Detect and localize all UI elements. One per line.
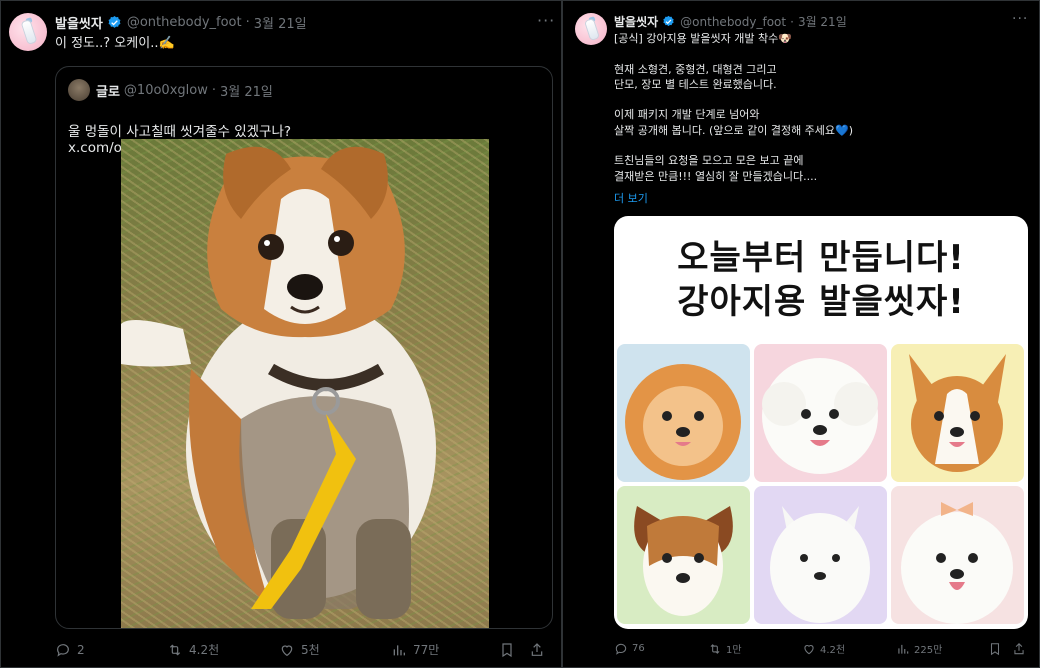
like-count: 5천: [301, 643, 320, 657]
dog-tile-maltese: [891, 486, 1024, 624]
tweet-right[interactable]: 발을씻자 @onthebody_foot · 3월 21일 ··· [공식] 강…: [562, 0, 1040, 668]
author-name[interactable]: 발을씻자: [614, 13, 658, 30]
heart-icon: [281, 644, 293, 656]
like-button[interactable]: 5천: [279, 641, 391, 658]
views-count: 225만: [914, 645, 943, 656]
author-handle[interactable]: @onthebody_foot: [127, 15, 242, 30]
promo-line-1: 오늘부터 만듭니다!: [677, 238, 965, 278]
bookmark-icon: [990, 642, 1000, 655]
tweet-header: 발을씻자 @onthebody_foot · 3월 21일: [614, 13, 847, 30]
share-button[interactable]: [1012, 642, 1032, 656]
reply-count: 2: [77, 642, 85, 657]
quote-header: 글로 @10o0xglow · 3월 21일: [96, 81, 273, 100]
dog-tile-jack-russell: [617, 486, 750, 624]
reply-icon: [615, 643, 627, 655]
share-icon: [531, 642, 543, 656]
samoyed-illustration: [770, 506, 870, 623]
dog-tile-pomeranian: [617, 344, 750, 482]
views-count: 77만: [413, 643, 440, 657]
separator-dot: ·: [245, 15, 250, 30]
tweet-text: 이 정도..? 오케이..✍️: [55, 36, 175, 51]
share-button[interactable]: [529, 642, 551, 658]
views-icon: [898, 644, 909, 654]
quote-author-name: 글로: [96, 85, 120, 100]
quote-date: 3월 21일: [219, 85, 273, 100]
retweet-icon: [169, 643, 181, 656]
tweet-date[interactable]: 3월 21일: [798, 13, 847, 30]
verified-badge-icon: [663, 15, 674, 27]
views-button[interactable]: 225만: [896, 641, 988, 656]
reply-count: 76: [632, 643, 645, 654]
bottle-icon: [21, 20, 37, 44]
dog-tile-bichon: [754, 344, 887, 482]
retweet-count: 4.2천: [189, 643, 220, 657]
retweet-icon: [710, 643, 720, 654]
avatar[interactable]: [9, 13, 47, 51]
verified-badge-icon: [108, 15, 121, 28]
tweet-left[interactable]: 발을씻자 @onthebody_foot · 3월 21일 ··· 이 정도..…: [0, 0, 562, 668]
views-button[interactable]: 77만: [391, 641, 499, 658]
more-options-icon[interactable]: ···: [1012, 11, 1028, 27]
reply-button[interactable]: 2: [55, 642, 167, 658]
jack-russell-illustration: [634, 506, 733, 616]
separator-dot: ·: [790, 14, 794, 29]
promo-image[interactable]: 오늘부터 만듭니다! 강아지용 발을씻자!: [614, 216, 1028, 629]
puppy-illustration: [121, 146, 436, 619]
author-name[interactable]: 발을씻자: [55, 13, 103, 32]
pomeranian-illustration: [625, 364, 741, 480]
more-options-icon[interactable]: ···: [537, 11, 555, 30]
action-bar: 76 1만 4.2천 225만: [614, 641, 1034, 656]
dog-tile-samoyed: [754, 486, 887, 624]
bookmark-icon: [502, 642, 512, 657]
show-more-link[interactable]: 더 보기: [614, 191, 648, 208]
bookmark-button[interactable]: [988, 642, 1012, 656]
retweet-count: 1만: [726, 645, 742, 656]
like-button[interactable]: 4.2천: [802, 641, 896, 656]
quote-avatar: [68, 79, 90, 101]
bichon-illustration: [762, 358, 878, 474]
corgi-illustration: [909, 354, 1006, 472]
promo-line-2: 강아지용 발을씻자!: [677, 282, 965, 322]
reply-button[interactable]: 76: [614, 642, 708, 656]
author-handle[interactable]: @onthebody_foot: [680, 15, 786, 29]
reply-icon: [57, 643, 69, 657]
action-bar: 2 4.2천 5천 77만: [55, 641, 555, 658]
tweet-header: 발을씻자 @onthebody_foot · 3월 21일: [55, 13, 307, 32]
bookmark-button[interactable]: [499, 642, 529, 658]
maltese-illustration: [901, 502, 1013, 624]
tweet-text: [공식] 강아지용 발을씻자 개발 착수🐶 현재 소형견, 중형견, 대형견 그…: [614, 32, 854, 183]
share-icon: [1014, 642, 1024, 654]
quote-author-handle: @10o0xglow: [123, 83, 208, 98]
retweet-button[interactable]: 4.2천: [167, 641, 279, 658]
dog-tile-corgi: [891, 344, 1024, 482]
separator-dot: ·: [211, 83, 216, 98]
avatar[interactable]: [575, 13, 607, 45]
like-count: 4.2천: [820, 645, 846, 656]
retweet-button[interactable]: 1만: [708, 641, 802, 656]
bottle-icon: [585, 19, 599, 40]
quote-card[interactable]: 글로 @10o0xglow · 3월 21일 울 멍돌이 사고칠때 씻겨줄수 있…: [55, 66, 553, 629]
tweet-date[interactable]: 3월 21일: [254, 13, 307, 32]
quote-body: 울 멍돌이 사고칠때 씻겨줄수 있겠구나?: [68, 123, 292, 140]
puppy-photo[interactable]: [121, 139, 489, 628]
views-icon: [393, 644, 405, 655]
heart-icon: [804, 644, 814, 654]
